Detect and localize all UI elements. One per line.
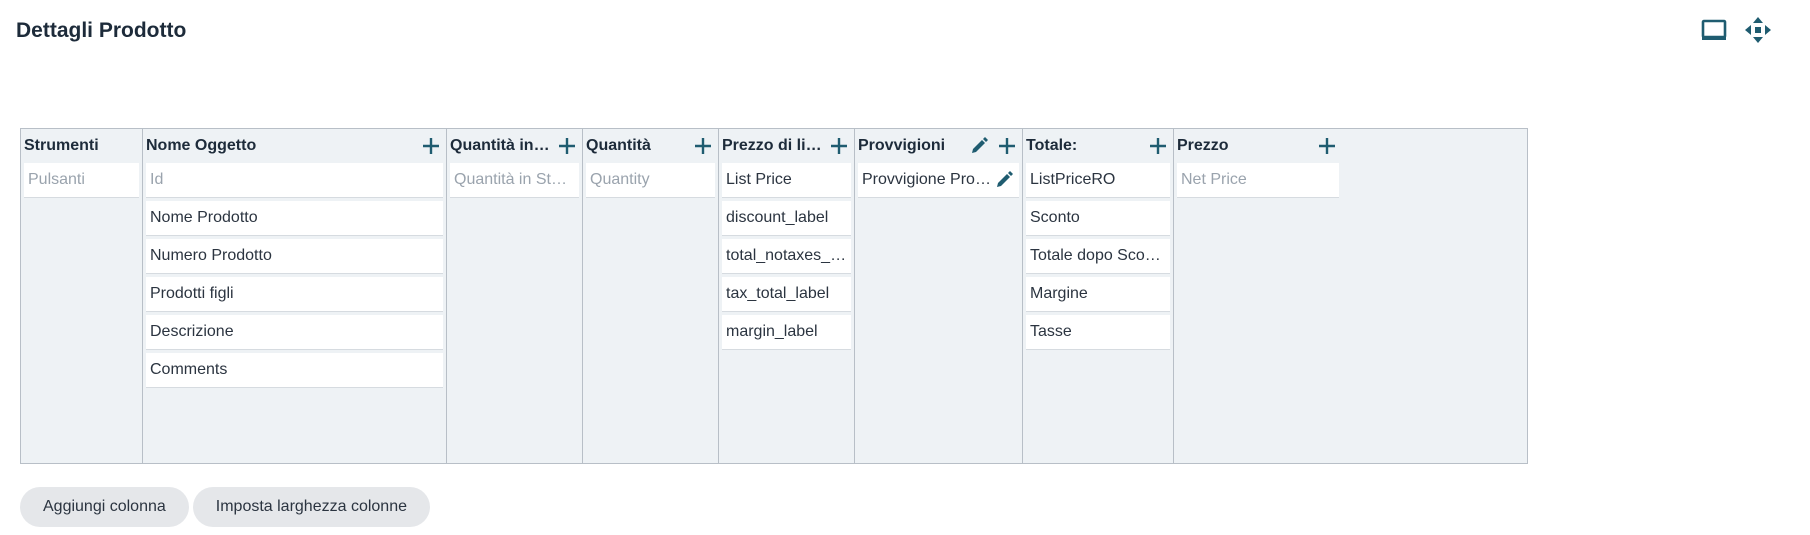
field-label: Margine: [1030, 285, 1088, 302]
field-label: Net Price: [1181, 171, 1247, 188]
column: Prezzo di listino List Price discount_labe…: [719, 129, 855, 463]
footer-buttons: Aggiungi colonna Imposta larghezza colon…: [20, 487, 430, 527]
column-header-label: Strumenti: [24, 137, 99, 154]
field-card[interactable]: Descrizione: [146, 315, 443, 349]
plus-icon[interactable]: [692, 135, 714, 157]
column-header: Prezzo di listino: [719, 129, 854, 163]
field-label: total_notaxes_label: [726, 247, 847, 264]
field-card[interactable]: Margine: [1026, 277, 1170, 311]
field-label: Id: [150, 171, 164, 188]
column-header-label: Totale:: [1026, 137, 1078, 154]
column-header: Prezzo: [1174, 129, 1342, 163]
column: Nome Oggetto Id Nome Prodotto Numero Prodot…: [143, 129, 447, 463]
field-label: Numero Prodotto: [150, 247, 272, 264]
pencil-icon[interactable]: [993, 169, 1015, 191]
plus-icon[interactable]: [828, 135, 850, 157]
add-column-button[interactable]: Aggiungi colonna: [20, 487, 189, 527]
field-card[interactable]: Tasse: [1026, 315, 1170, 349]
column: Quantità Quantity: [583, 129, 719, 463]
column-header-label: Prezzo di listino: [722, 137, 822, 154]
plus-icon[interactable]: [420, 135, 442, 157]
field-card[interactable]: margin_label: [722, 315, 851, 349]
field-label: Sconto: [1030, 209, 1080, 226]
field-card[interactable]: Id: [146, 163, 443, 197]
field-card[interactable]: Pulsanti: [24, 163, 139, 197]
top-toolbar: [1700, 16, 1772, 44]
field-card[interactable]: Sconto: [1026, 201, 1170, 235]
tablet-icon[interactable]: [1700, 16, 1728, 44]
column-header: Totale:: [1023, 129, 1173, 163]
field-label: ListPriceRO: [1030, 171, 1116, 188]
column: Provvigioni Provvigione Prodotto: [855, 129, 1023, 463]
column-header-label: Quantità: [586, 137, 651, 154]
field-label: Prodotti figli: [150, 285, 234, 302]
move-arrows-icon[interactable]: [1744, 16, 1772, 44]
field-label: Descrizione: [150, 323, 234, 340]
field-label: discount_label: [726, 209, 829, 226]
plus-icon[interactable]: [1316, 135, 1338, 157]
set-column-width-button[interactable]: Imposta larghezza colonne: [192, 487, 430, 527]
field-label: Provvigione Prodotto: [862, 171, 993, 188]
field-label: margin_label: [726, 323, 818, 340]
field-card[interactable]: tax_total_label: [722, 277, 851, 311]
column-header: Provvigioni: [855, 129, 1022, 163]
field-card[interactable]: ListPriceRO: [1026, 163, 1170, 197]
field-label: Nome Prodotto: [150, 209, 258, 226]
column: Totale: ListPriceRO Sconto Totale dopo Scon…: [1023, 129, 1174, 463]
column-header-label: Provvigioni: [858, 137, 946, 154]
field-label: Comments: [150, 361, 228, 378]
field-card[interactable]: Prodotti figli: [146, 277, 443, 311]
column-header: Strumenti: [21, 129, 142, 163]
field-label: Totale dopo Sconto: [1030, 247, 1166, 264]
field-label: Pulsanti: [28, 171, 85, 188]
page-title: Dettagli Prodotto: [16, 19, 187, 42]
column-header: Quantità in St…: [447, 129, 582, 163]
field-label: tax_total_label: [726, 285, 830, 302]
field-card[interactable]: Provvigione Prodotto: [858, 163, 1019, 197]
field-card[interactable]: Totale dopo Sconto: [1026, 239, 1170, 273]
field-card[interactable]: total_notaxes_label: [722, 239, 851, 273]
field-card[interactable]: List Price: [722, 163, 851, 197]
column-header: Nome Oggetto: [143, 129, 446, 163]
column: Strumenti Pulsanti: [21, 129, 143, 463]
plus-icon[interactable]: [556, 135, 578, 157]
field-card[interactable]: Quantità in Stock: [450, 163, 579, 197]
field-card[interactable]: Nome Prodotto: [146, 201, 443, 235]
column-header: Quantità: [583, 129, 718, 163]
column-header-label: Quantità in St…: [450, 137, 550, 154]
field-card[interactable]: Numero Prodotto: [146, 239, 443, 273]
column: Prezzo Net Price: [1174, 129, 1342, 463]
field-card[interactable]: discount_label: [722, 201, 851, 235]
field-card[interactable]: Quantity: [586, 163, 715, 197]
plus-icon[interactable]: [1147, 135, 1169, 157]
column: Quantità in St… Quantità in Stock: [447, 129, 583, 463]
column-header-label: Prezzo: [1177, 137, 1229, 154]
column-header-label: Nome Oggetto: [146, 137, 257, 154]
field-label: Tasse: [1030, 323, 1072, 340]
field-label: Quantity: [590, 171, 650, 188]
plus-icon[interactable]: [996, 135, 1018, 157]
field-card[interactable]: Comments: [146, 353, 443, 387]
columns-board: Strumenti Pulsanti Nome Oggetto Id Nome Prod…: [20, 128, 1528, 464]
field-label: Quantità in Stock: [454, 171, 575, 188]
field-label: List Price: [726, 171, 792, 188]
pencil-icon[interactable]: [968, 135, 990, 157]
field-card[interactable]: Net Price: [1177, 163, 1339, 197]
